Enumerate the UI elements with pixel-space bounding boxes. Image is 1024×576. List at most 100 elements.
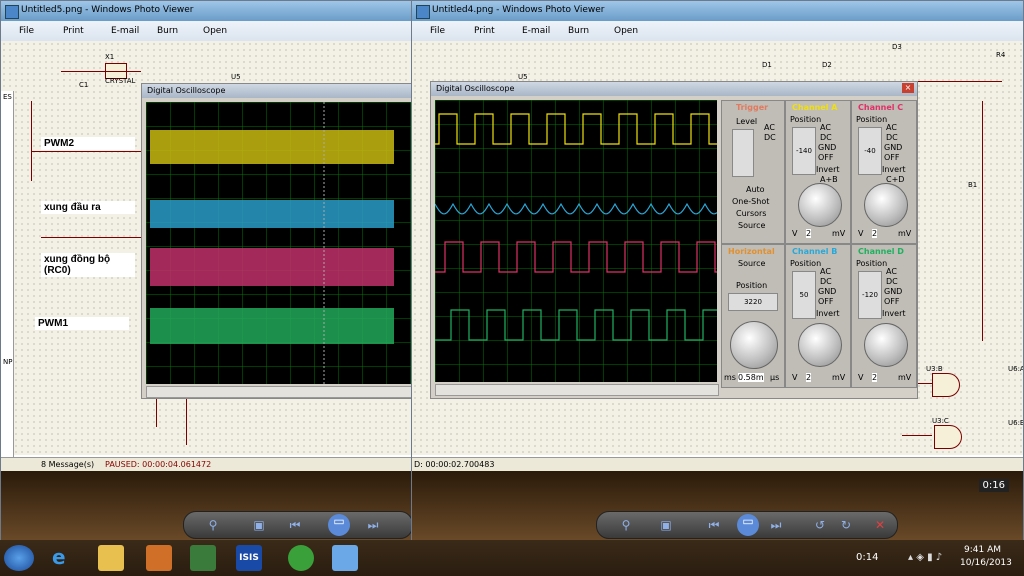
explorer-icon[interactable] [98, 545, 124, 571]
menu-burn[interactable]: Burn [568, 26, 589, 36]
channel-d-position-spinner[interactable]: -120 [858, 271, 882, 319]
channel-b-position-spinner[interactable]: 50 [792, 271, 816, 319]
slideshow-button[interactable]: ▭ [328, 514, 350, 536]
menu-burn[interactable]: Burn [157, 26, 178, 36]
photo-viewer-icon[interactable] [332, 545, 358, 571]
fit-icon[interactable]: ▣ [659, 518, 673, 532]
channel-c-position-spinner[interactable]: -40 [858, 127, 882, 175]
channel-d-invert[interactable]: Invert [882, 309, 906, 318]
cursors-label[interactable]: Cursors [736, 209, 766, 218]
timebase-value[interactable]: 0.58m [738, 373, 764, 382]
channel-b-value[interactable]: 2 [806, 373, 812, 382]
trace-channel-a [435, 113, 717, 145]
clock-date[interactable]: 10/16/2013 [960, 558, 1012, 568]
auto-label[interactable]: Auto [746, 185, 765, 194]
channel-a-value[interactable]: 2 [806, 229, 812, 238]
channel-b-panel: Channel B Position 50 AC DC GND OFF Inve… [785, 244, 851, 388]
channel-c-ac[interactable]: AC [886, 123, 897, 132]
next-icon[interactable]: ⏭ [769, 518, 783, 532]
channel-d-value[interactable]: 2 [872, 373, 878, 382]
channel-a-invert[interactable]: Invert [816, 165, 840, 174]
menu-open[interactable]: Open [614, 26, 638, 36]
previous-icon[interactable]: ⏮ [707, 518, 721, 532]
next-icon[interactable]: ⏭ [366, 518, 380, 532]
trigger-dc[interactable]: DC [764, 133, 776, 142]
channel-a-position-spinner[interactable]: -140 [792, 127, 816, 175]
right-oscilloscope-window: Digital Oscilloscope × Trigger Level AC … [430, 81, 918, 399]
channel-b-gnd[interactable]: GND [818, 287, 836, 296]
app-icon[interactable] [288, 545, 314, 571]
menu-print[interactable]: Print [474, 26, 495, 36]
menu-print[interactable]: Print [63, 26, 84, 36]
c1-label: C1 [79, 81, 89, 89]
horizontal-position-spinner[interactable]: 3220 [728, 293, 778, 311]
menu-file[interactable]: File [430, 26, 445, 36]
messages-count[interactable]: 8 Message(s) [41, 460, 94, 469]
left-osc-scrollbar[interactable] [146, 386, 413, 398]
channel-d-dc[interactable]: DC [886, 277, 898, 286]
taskbar: e ISIS 0:14 ▴ ◈ ▮ ♪ 9:41 AM 10/16/2013 [0, 540, 1024, 576]
left-osc-title-bar[interactable]: Digital Oscilloscope [142, 84, 413, 98]
app-icon[interactable] [190, 545, 216, 571]
horizontal-label: Horizontal [728, 247, 775, 256]
ie-icon[interactable]: e [52, 545, 78, 571]
one-shot-label[interactable]: One-Shot [732, 197, 769, 206]
channel-b-off[interactable]: OFF [818, 297, 834, 306]
tray-time: 0:14 [856, 552, 879, 563]
channel-b-invert[interactable]: Invert [816, 309, 840, 318]
timebase-knob[interactable] [730, 321, 778, 369]
channel-c-invert[interactable]: Invert [882, 165, 906, 174]
channel-a-ac[interactable]: AC [820, 123, 831, 132]
start-button[interactable] [4, 545, 34, 571]
channel-c-value[interactable]: 2 [872, 229, 878, 238]
media-player-icon[interactable] [146, 545, 172, 571]
channel-a-off[interactable]: OFF [818, 153, 834, 162]
rotate-right-icon[interactable]: ↻ [839, 518, 853, 532]
previous-icon[interactable]: ⏮ [288, 518, 302, 532]
channel-c-gnd[interactable]: GND [884, 143, 902, 152]
horizontal-panel: Horizontal Source Position 3220 ms 0.58m… [721, 244, 785, 388]
channel-a-gnd[interactable]: GND [818, 143, 836, 152]
trigger-ac[interactable]: AC [764, 123, 775, 132]
timebase-us: µs [770, 373, 780, 382]
close-icon[interactable]: × [902, 83, 914, 93]
channel-c-off[interactable]: OFF [884, 153, 900, 162]
wire [156, 397, 157, 427]
menu-email[interactable]: E-mail [111, 26, 139, 36]
left-osc-title: Digital Oscilloscope [147, 86, 226, 95]
clock-time[interactable]: 9:41 AM [964, 545, 1001, 555]
right-osc-title-bar[interactable]: Digital Oscilloscope × [431, 82, 917, 96]
paused-status: PAUSED: 00:00:04.061472 [105, 460, 212, 469]
channel-c-v: V [858, 229, 864, 238]
delete-icon[interactable]: ✕ [873, 518, 887, 532]
right-osc-scrollbar[interactable] [435, 384, 719, 396]
channel-a-dc[interactable]: DC [820, 133, 832, 142]
menu-email[interactable]: E-mail [522, 26, 550, 36]
left-title-bar[interactable]: Untitled5.png - Windows Photo Viewer [1, 1, 413, 21]
zoom-icon[interactable]: ⚲ [206, 518, 220, 532]
channel-c-dc[interactable]: DC [886, 133, 898, 142]
channel-d-v: V [858, 373, 864, 382]
channel-b-dc[interactable]: DC [820, 277, 832, 286]
channel-b-volts-knob[interactable] [798, 323, 842, 367]
left-osc-traces [150, 102, 394, 384]
trace-a [150, 130, 394, 164]
zoom-icon[interactable]: ⚲ [619, 518, 633, 532]
rotate-left-icon[interactable]: ↺ [813, 518, 827, 532]
channel-b-ac[interactable]: AC [820, 267, 831, 276]
channel-d-off[interactable]: OFF [884, 297, 900, 306]
fit-icon[interactable]: ▣ [252, 518, 266, 532]
tray-icons[interactable]: ▴ ◈ ▮ ♪ [908, 552, 942, 563]
level-spinner[interactable] [732, 129, 754, 177]
slideshow-button[interactable]: ▭ [737, 514, 759, 536]
right-title-bar[interactable]: Untitled4.png - Windows Photo Viewer [412, 1, 1023, 21]
channel-a-volts-knob[interactable] [798, 183, 842, 227]
channel-d-ac[interactable]: AC [886, 267, 897, 276]
channel-c-volts-knob[interactable] [864, 183, 908, 227]
channel-a-position-label: Position [790, 115, 822, 124]
menu-open[interactable]: Open [203, 26, 227, 36]
menu-file[interactable]: File [19, 26, 34, 36]
channel-d-gnd[interactable]: GND [884, 287, 902, 296]
isis-icon[interactable]: ISIS [236, 545, 262, 571]
channel-d-volts-knob[interactable] [864, 323, 908, 367]
